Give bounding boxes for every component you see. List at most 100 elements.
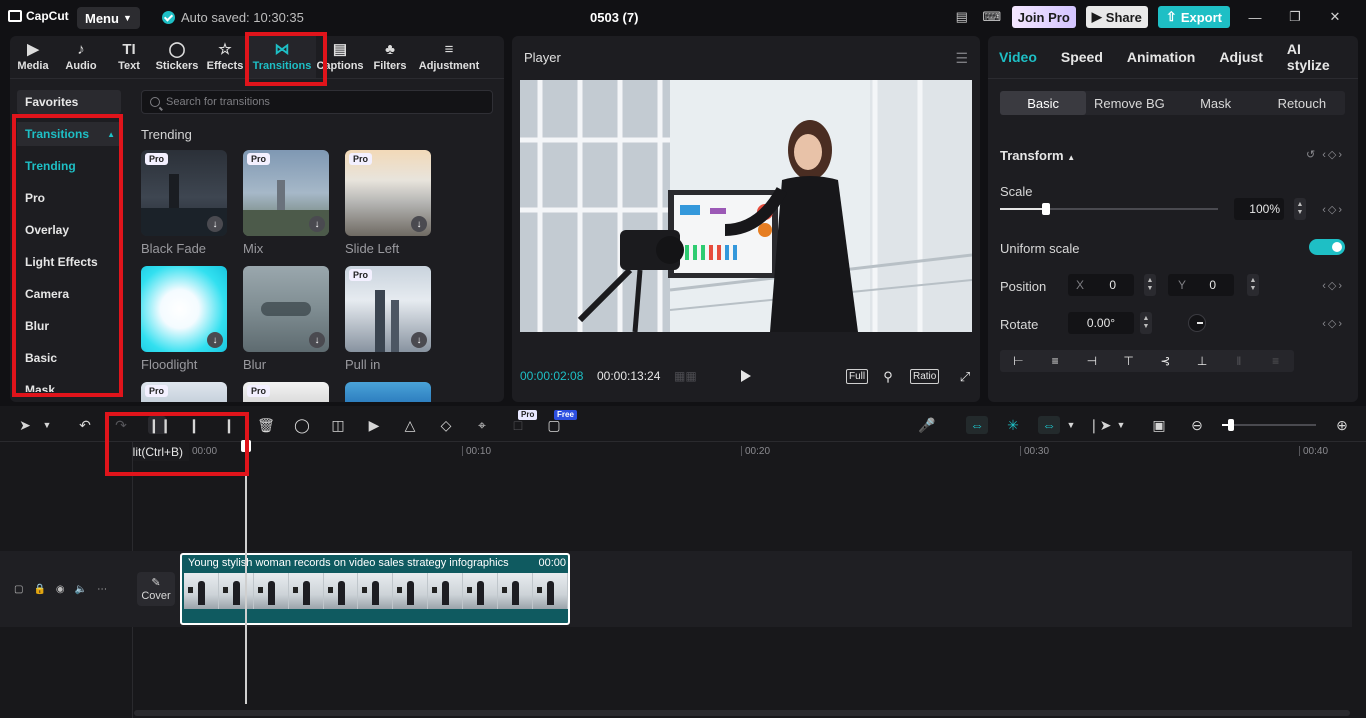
cover-button[interactable]: ✎ Cover bbox=[137, 572, 175, 606]
tool-filters[interactable]: ♣ Filters bbox=[364, 36, 416, 78]
tool-audio[interactable]: ♪ Audio bbox=[56, 36, 106, 78]
undo-icon[interactable]: ↶ bbox=[76, 416, 94, 434]
join-pro-button[interactable]: Join Pro bbox=[1011, 6, 1076, 28]
playhead[interactable] bbox=[245, 442, 247, 704]
chevron-down-icon[interactable]: ▼ bbox=[38, 416, 56, 434]
microphone-icon[interactable]: 🎤 bbox=[918, 416, 936, 434]
keyframe-icon[interactable]: ‹◇› bbox=[1322, 279, 1344, 292]
share-button[interactable]: ▶ Share bbox=[1085, 6, 1148, 28]
x-stepper[interactable]: ▲ ▼ bbox=[1144, 274, 1156, 296]
download-icon[interactable]: ↓ bbox=[207, 332, 223, 348]
align-left-icon[interactable]: ⊢ bbox=[1000, 350, 1037, 372]
download-icon[interactable]: ↓ bbox=[309, 332, 325, 348]
main-track-magnet-icon[interactable]: ⇔ bbox=[966, 416, 988, 434]
eye-icon[interactable]: ◉ bbox=[56, 584, 65, 595]
transform-section[interactable]: Transform ▲ bbox=[1000, 148, 1075, 163]
transition-card[interactable]: Pro bbox=[141, 382, 227, 402]
crop-icon[interactable]: ⌖ bbox=[473, 416, 491, 434]
position-y-field[interactable]: Y 0 bbox=[1168, 274, 1234, 296]
tool-text[interactable]: TI Text bbox=[106, 36, 152, 78]
tab-adjust[interactable]: Adjust bbox=[1219, 49, 1263, 65]
rotate-stepper[interactable]: ▲ ▼ bbox=[1140, 312, 1152, 334]
align-center-icon[interactable]: ≡ bbox=[1037, 350, 1074, 372]
tab-animation[interactable]: Animation bbox=[1127, 49, 1195, 65]
zoom-slider[interactable] bbox=[1222, 419, 1316, 431]
timeline-scrollbar[interactable] bbox=[134, 710, 1350, 716]
preview-axis-icon[interactable]: ❘➤ bbox=[1088, 416, 1111, 434]
transition-card[interactable]: Pro ↓ Slide Left bbox=[345, 150, 431, 256]
snapshot-icon[interactable]: ▣ bbox=[1150, 416, 1168, 434]
tool-media[interactable]: ▶ Media bbox=[10, 36, 56, 78]
video-clip[interactable]: Young stylish woman records on video sal… bbox=[180, 553, 570, 625]
download-icon[interactable]: ↓ bbox=[309, 216, 325, 232]
position-x-field[interactable]: X 0 bbox=[1068, 274, 1134, 296]
zoom-fit-icon[interactable]: ⚲ bbox=[880, 369, 896, 384]
video-preview[interactable] bbox=[520, 80, 972, 332]
lock-icon[interactable]: 🔒 bbox=[33, 584, 45, 595]
reverse-icon[interactable]: ▶ bbox=[365, 416, 383, 434]
subtab-mask[interactable]: Mask bbox=[1173, 91, 1259, 115]
rotate-value[interactable]: 0.00° bbox=[1068, 312, 1134, 334]
align-right-icon[interactable]: ⊣ bbox=[1074, 350, 1111, 372]
mirror-icon[interactable]: △ bbox=[401, 416, 419, 434]
uniform-scale-toggle[interactable] bbox=[1309, 239, 1345, 255]
freeze-icon[interactable]: ◫ bbox=[329, 416, 347, 434]
align-bottom-icon[interactable]: ⊥ bbox=[1184, 350, 1221, 372]
download-icon[interactable]: ↓ bbox=[411, 332, 427, 348]
zoom-handle[interactable] bbox=[1228, 419, 1234, 431]
auto-snap-icon[interactable]: ✳ bbox=[1002, 416, 1024, 434]
transition-card[interactable]: ↓ Floodlight bbox=[141, 266, 227, 372]
speaker-icon[interactable]: 🔈 bbox=[75, 584, 87, 595]
y-stepper[interactable]: ▲ ▼ bbox=[1247, 274, 1259, 296]
linkage-icon[interactable]: ⇔ bbox=[1038, 416, 1060, 434]
subtab-retouch[interactable]: Retouch bbox=[1259, 91, 1345, 115]
delete-icon[interactable]: 🗑 bbox=[257, 416, 275, 434]
reset-keyframe-icon[interactable]: ↺ ‹◇› bbox=[1306, 148, 1344, 161]
transition-card[interactable]: ↓ Blur bbox=[243, 266, 329, 372]
tool-effects[interactable]: ☆ Effects bbox=[202, 36, 248, 78]
marker-icon[interactable]: ◯ bbox=[293, 416, 311, 434]
full-button[interactable]: Full bbox=[846, 369, 869, 384]
keyframe-icon[interactable]: ‹◇› bbox=[1322, 317, 1344, 330]
keyframe-icon[interactable]: ‹◇› bbox=[1322, 203, 1344, 216]
scale-stepper[interactable]: ▲ ▼ bbox=[1294, 198, 1306, 220]
transition-card[interactable]: Pro ↓ Mix bbox=[243, 150, 329, 256]
align-top-icon[interactable]: ⊤ bbox=[1110, 350, 1147, 372]
transition-card[interactable]: Pro bbox=[243, 382, 329, 402]
layout-icon[interactable]: ▤ bbox=[952, 8, 972, 26]
subtab-remove-bg[interactable]: Remove BG bbox=[1086, 91, 1172, 115]
search-input[interactable]: Search for transitions bbox=[141, 90, 493, 114]
align-middle-icon[interactable]: ⊰ bbox=[1147, 350, 1184, 372]
select-tool-icon[interactable]: ➤ bbox=[16, 416, 34, 434]
tab-ai-stylize[interactable]: AI stylize bbox=[1287, 41, 1334, 73]
more-icon[interactable]: ⋯ bbox=[97, 584, 107, 595]
maximize-icon[interactable]: ❐ bbox=[1280, 9, 1310, 25]
minimize-icon[interactable]: — bbox=[1240, 10, 1270, 25]
transition-card[interactable]: Pro ↓ Pull in bbox=[345, 266, 431, 372]
subtab-basic[interactable]: Basic bbox=[1000, 91, 1087, 115]
menu-icon[interactable]: ☰ bbox=[955, 50, 968, 67]
tab-speed[interactable]: Speed bbox=[1061, 49, 1103, 65]
tool-stickers[interactable]: ◯ Stickers bbox=[152, 36, 202, 78]
download-icon[interactable]: ↓ bbox=[207, 216, 223, 232]
distribute-vertical-icon[interactable]: ≡ bbox=[1257, 350, 1294, 372]
ratio-button[interactable]: Ratio bbox=[910, 369, 940, 384]
favorites-button[interactable]: Favorites bbox=[17, 90, 121, 114]
zoom-in-icon[interactable]: ⊕ bbox=[1333, 416, 1351, 434]
menu-button[interactable]: Menu ▼ bbox=[77, 7, 140, 29]
transition-card[interactable]: Pro ↓ Black Fade bbox=[141, 150, 227, 256]
scale-value[interactable]: 100% bbox=[1234, 198, 1284, 220]
chevron-down-icon[interactable]: ▼ bbox=[1112, 416, 1130, 434]
tool-adjustment[interactable]: ≡ Adjustment bbox=[416, 36, 482, 78]
export-button[interactable]: ⇧ Export bbox=[1157, 6, 1230, 28]
keyboard-icon[interactable]: ⌨ bbox=[982, 8, 1002, 26]
project-title[interactable]: 0503 (7) bbox=[590, 10, 638, 25]
scale-slider[interactable] bbox=[1000, 203, 1218, 215]
scale-slider-handle[interactable] bbox=[1042, 203, 1050, 215]
download-icon[interactable]: ↓ bbox=[411, 216, 427, 232]
close-icon[interactable]: ✕ bbox=[1320, 9, 1350, 25]
frame-grid-icon[interactable]: ▦▦ bbox=[674, 369, 697, 383]
distribute-horizontal-icon[interactable]: ‖ bbox=[1221, 350, 1258, 372]
rotate-dial[interactable] bbox=[1188, 314, 1206, 332]
rotate-icon[interactable]: ◇ bbox=[437, 416, 455, 434]
